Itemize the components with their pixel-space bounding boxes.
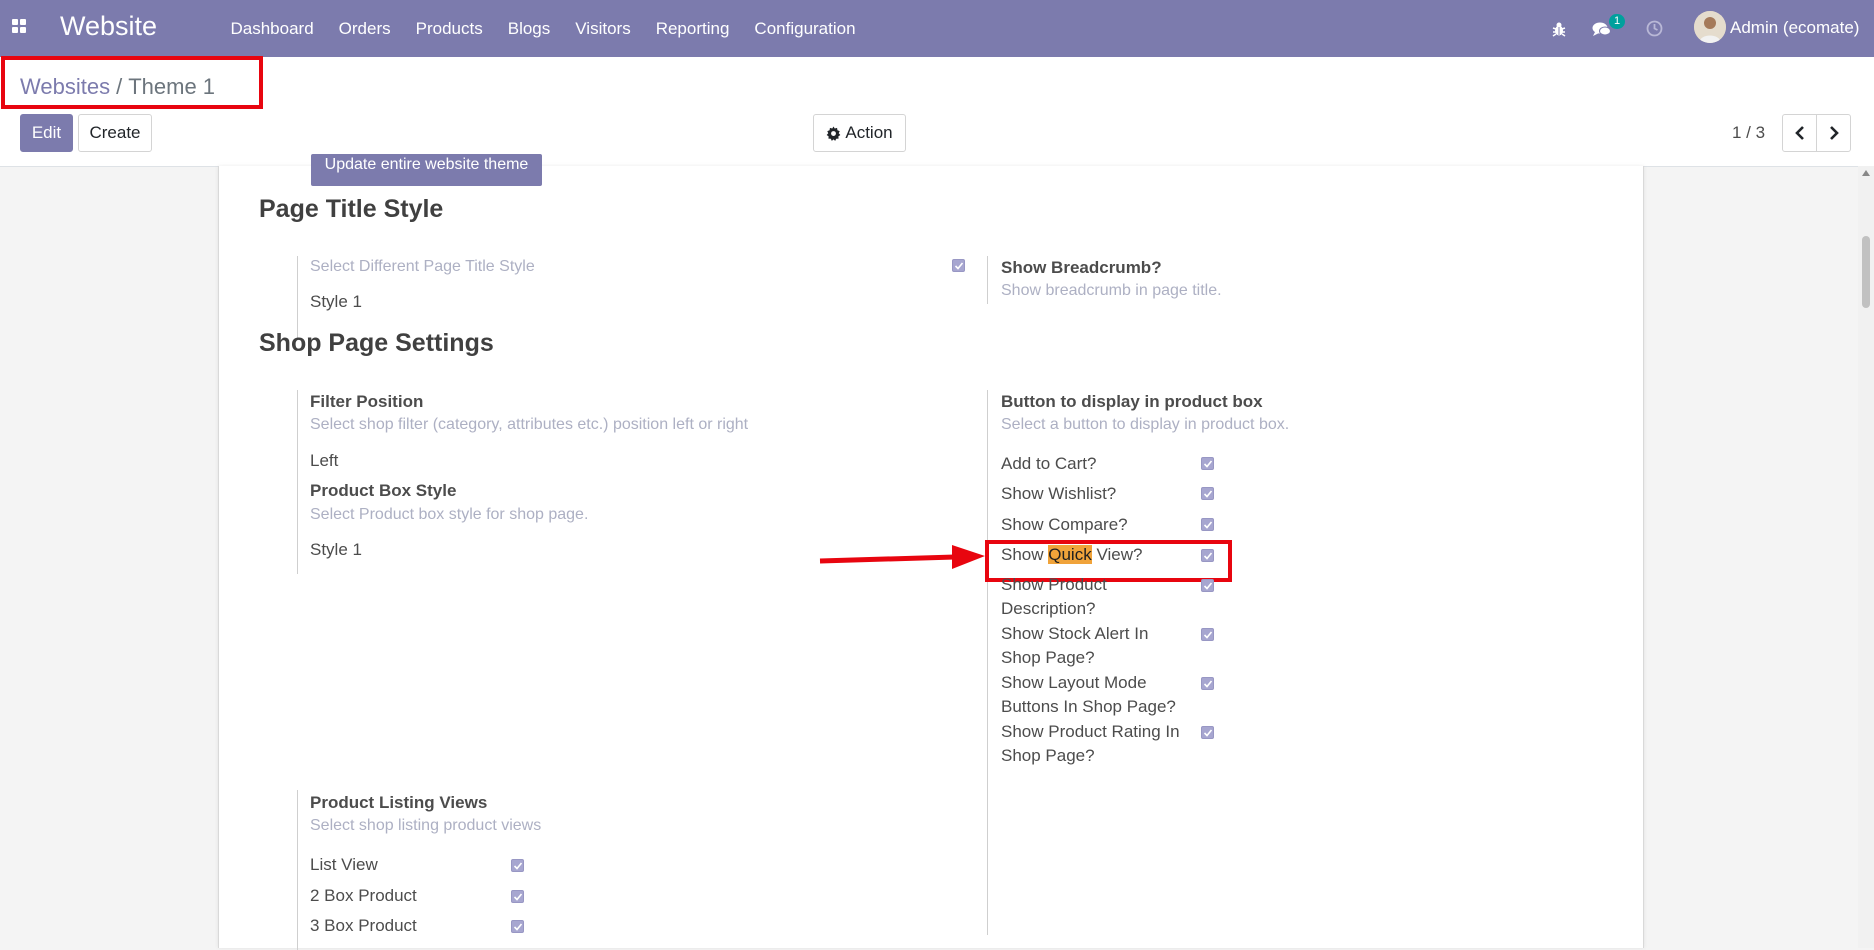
apps-grid-icon[interactable] xyxy=(12,19,28,35)
update-theme-button[interactable]: Update entire website theme xyxy=(311,154,542,186)
menu-configuration[interactable]: Configuration xyxy=(742,19,868,39)
menu-visitors[interactable]: Visitors xyxy=(563,19,643,39)
gear-icon xyxy=(826,125,841,141)
product-box-style-value[interactable]: Style 1 xyxy=(310,540,362,560)
scrollbar[interactable] xyxy=(1858,166,1874,948)
bug-icon[interactable] xyxy=(1548,0,1570,57)
section-shop-page-settings: Shop Page Settings xyxy=(259,329,494,357)
menu-dashboard[interactable]: Dashboard xyxy=(218,19,326,39)
option-compare-checkbox[interactable] xyxy=(1201,518,1214,531)
pager-previous-button[interactable] xyxy=(1782,114,1817,152)
breadcrumb-option-block xyxy=(987,256,988,304)
chevron-right-icon xyxy=(1829,126,1839,140)
filter-position-help: Select shop filter (category, attributes… xyxy=(310,416,749,433)
breadcrumb: Websites / Theme 1 xyxy=(20,74,215,100)
main-menu: Dashboard Orders Products Blogs Visitors… xyxy=(218,0,868,57)
pager-value: 1 / 3 xyxy=(1732,123,1766,142)
option-product-rating-checkbox[interactable] xyxy=(1201,726,1214,739)
show-breadcrumb-label: Show Breadcrumb? xyxy=(1001,258,1162,277)
user-menu[interactable]: Admin (ecomate) xyxy=(1730,18,1859,38)
option-add-to-cart-label: Add to Cart? xyxy=(1001,454,1097,473)
menu-orders[interactable]: Orders xyxy=(326,19,403,39)
listing-list-view-checkbox[interactable] xyxy=(511,859,524,872)
listing-views-block xyxy=(297,790,298,950)
scroll-up-arrow[interactable] xyxy=(1862,170,1870,176)
filter-position-label: Filter Position xyxy=(310,392,424,411)
listing-3-box-checkbox[interactable] xyxy=(511,920,524,933)
form-sheet: Update entire website theme Page Title S… xyxy=(218,154,1644,950)
chevron-left-icon xyxy=(1794,126,1804,140)
action-button[interactable]: Action xyxy=(813,114,906,152)
control-panel: Websites / Theme 1 Edit Create Action 1 / … xyxy=(0,56,1874,167)
page-title-style-block xyxy=(297,256,298,338)
shop-left-block xyxy=(297,390,298,574)
user-avatar[interactable] xyxy=(1694,11,1726,43)
app-brand[interactable]: Website xyxy=(60,11,157,42)
listing-views-label: Product Listing Views xyxy=(310,793,488,812)
option-product-rating-label: Show Product Rating In Shop Page? xyxy=(1001,720,1180,768)
listing-3-box-label: 3 Box Product xyxy=(310,916,417,935)
option-stock-alert-label: Show Stock Alert In Shop Page? xyxy=(1001,622,1148,670)
option-compare-label: Show Compare? xyxy=(1001,515,1128,534)
breadcrumb-websites[interactable]: Websites xyxy=(20,74,110,99)
messages-badge: 1 xyxy=(1609,14,1626,29)
action-label: Action xyxy=(845,123,893,142)
filter-position-value[interactable]: Left xyxy=(310,451,338,471)
stock-alert-line2: Shop Page? xyxy=(1001,648,1095,667)
option-add-to-cart-checkbox[interactable] xyxy=(1201,457,1214,470)
product-rating-line1: Show Product Rating In xyxy=(1001,722,1180,741)
shop-right-block xyxy=(987,390,988,935)
listing-views-help: Select shop listing product views xyxy=(310,817,542,834)
button-display-help: Select a button to display in product bo… xyxy=(1001,416,1290,433)
button-display-label: Button to display in product box xyxy=(1001,392,1263,411)
option-wishlist-checkbox[interactable] xyxy=(1201,487,1214,500)
pager-next-button[interactable] xyxy=(1816,114,1851,152)
option-layout-mode-checkbox[interactable] xyxy=(1201,677,1214,690)
breadcrumb-separator: / xyxy=(116,74,123,99)
clock-icon[interactable] xyxy=(1644,0,1664,57)
page-title-style-value[interactable]: Style 1 xyxy=(310,292,362,312)
chat-icon[interactable]: 1 xyxy=(1590,0,1626,57)
option-quick-view-checkbox[interactable] xyxy=(1201,549,1214,562)
option-wishlist-label: Show Wishlist? xyxy=(1001,484,1117,503)
scroll-thumb[interactable] xyxy=(1862,236,1870,308)
top-navbar: Website Dashboard Orders Products Blogs … xyxy=(0,0,1874,57)
show-breadcrumb-help: Show breadcrumb in page title. xyxy=(1001,282,1222,299)
page-title-style-checkbox[interactable] xyxy=(952,259,965,272)
layout-mode-line2: Buttons In Shop Page? xyxy=(1001,697,1176,716)
stock-alert-line1: Show Stock Alert In xyxy=(1001,624,1149,643)
quick-view-suffix: View? xyxy=(1091,545,1143,564)
listing-2-box-checkbox[interactable] xyxy=(511,890,524,903)
menu-products[interactable]: Products xyxy=(403,19,495,39)
option-product-description-label: Show Product Description? xyxy=(1001,573,1107,621)
edit-button[interactable]: Edit xyxy=(20,114,73,152)
product-rating-line2: Shop Page? xyxy=(1001,746,1095,765)
option-stock-alert-checkbox[interactable] xyxy=(1201,628,1214,641)
listing-2-box-label: 2 Box Product xyxy=(310,886,417,905)
product-box-style-label: Product Box Style xyxy=(310,481,457,500)
product-description-line1: Show Product xyxy=(1001,575,1107,594)
create-button[interactable]: Create xyxy=(78,114,152,152)
option-quick-view-label: Show Quick View? xyxy=(1001,543,1142,567)
breadcrumb-current: Theme 1 xyxy=(128,74,216,99)
option-product-description-checkbox[interactable] xyxy=(1201,579,1214,592)
product-box-style-help: Select Product box style for shop page. xyxy=(310,506,589,523)
quick-view-prefix: Show xyxy=(1001,545,1049,564)
menu-blogs[interactable]: Blogs xyxy=(495,19,563,39)
product-description-line2: Description? xyxy=(1001,599,1096,618)
option-layout-mode-label: Show Layout Mode Buttons In Shop Page? xyxy=(1001,671,1176,719)
listing-list-view-label: List View xyxy=(310,855,378,874)
layout-mode-line1: Show Layout Mode xyxy=(1001,673,1147,692)
menu-reporting[interactable]: Reporting xyxy=(643,19,742,39)
search-highlight: Quick xyxy=(1048,545,1092,564)
page-title-style-label: Select Different Page Title Style xyxy=(310,258,535,275)
section-page-title-style: Page Title Style xyxy=(259,195,444,223)
